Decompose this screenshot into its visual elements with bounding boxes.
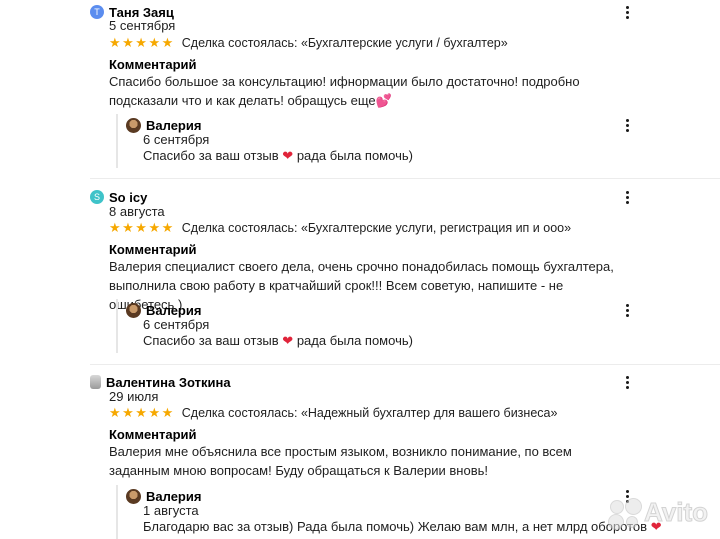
comment-label: Комментарий bbox=[109, 57, 197, 72]
divider bbox=[90, 178, 720, 179]
star-rating-icon: ★★★★★ bbox=[109, 220, 175, 235]
reply-author-name[interactable]: Валерия bbox=[146, 118, 201, 133]
reply-thread-line bbox=[116, 485, 118, 539]
more-options-icon[interactable] bbox=[620, 5, 634, 19]
reply-text: Благодарю вас за отзыв) Рада была помочь… bbox=[143, 519, 662, 534]
more-options-icon[interactable] bbox=[620, 375, 634, 389]
star-rating-icon: ★★★★★ bbox=[109, 35, 175, 50]
reply-date: 6 сентября bbox=[143, 317, 210, 332]
comment-text: Спасибо большое за консультацию! ифнорма… bbox=[109, 74, 580, 108]
avatar[interactable] bbox=[126, 117, 141, 133]
avatar[interactable] bbox=[90, 375, 101, 389]
deal-info: Сделка состоялась: «Бухгалтерские услуги… bbox=[181, 36, 508, 50]
avatar[interactable]: S bbox=[90, 190, 104, 204]
review-date: 8 августа bbox=[109, 204, 165, 219]
rating-row: ★★★★★ Сделка состоялась: «Бухгалтерские … bbox=[109, 220, 571, 236]
reply-text: Спасибо за ваш отзыв ❤ рада была помочь) bbox=[143, 333, 413, 348]
reply-author-name[interactable]: Валерия bbox=[146, 489, 201, 504]
deal-info: Сделка состоялась: «Надежный бухгалтер д… bbox=[181, 406, 558, 420]
avito-watermark: Avito bbox=[608, 497, 709, 530]
deal-info: Сделка состоялась: «Бухгалтерские услуги… bbox=[181, 221, 572, 235]
rating-row: ★★★★★ Сделка состоялась: «Бухгалтерские … bbox=[109, 35, 508, 51]
more-options-icon[interactable] bbox=[620, 303, 634, 317]
avatar[interactable]: T bbox=[90, 5, 104, 19]
star-rating-icon: ★★★★★ bbox=[109, 405, 175, 420]
reply-text: Спасибо за ваш отзыв ❤ рада была помочь) bbox=[143, 148, 413, 163]
heart-icon: ❤ bbox=[282, 333, 294, 348]
avito-logo-icon bbox=[608, 497, 642, 530]
review-author-name[interactable]: Валентина Зоткина bbox=[106, 375, 231, 390]
reply-author-name[interactable]: Валерия bbox=[146, 303, 201, 318]
hearts-emoji-icon: 💕 bbox=[375, 93, 392, 108]
review-date: 5 сентября bbox=[109, 18, 176, 33]
more-options-icon[interactable] bbox=[620, 118, 634, 132]
divider bbox=[90, 364, 720, 365]
comment-label: Комментарий bbox=[109, 242, 197, 257]
avatar[interactable] bbox=[126, 302, 141, 318]
heart-icon: ❤ bbox=[282, 148, 294, 163]
watermark-text: Avito bbox=[643, 497, 709, 528]
reply-date: 1 августа bbox=[143, 503, 199, 518]
reply-thread-line bbox=[116, 299, 118, 353]
reply-thread-line bbox=[116, 114, 118, 168]
rating-row: ★★★★★ Сделка состоялась: «Надежный бухга… bbox=[109, 405, 557, 421]
review-date: 29 июля bbox=[109, 389, 159, 404]
comment-label: Комментарий bbox=[109, 427, 197, 442]
avatar[interactable] bbox=[126, 488, 141, 504]
review-author-name[interactable]: So icy bbox=[109, 190, 147, 205]
more-options-icon[interactable] bbox=[620, 190, 634, 204]
reply-date: 6 сентября bbox=[143, 132, 210, 147]
comment-text: Валерия мне объяснила все простым языком… bbox=[109, 444, 572, 478]
